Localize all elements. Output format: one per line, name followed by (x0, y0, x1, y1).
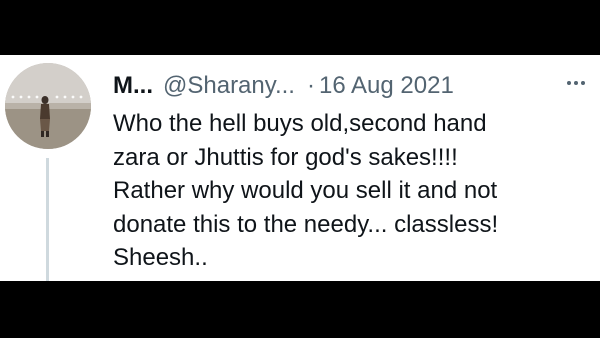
tweet-text-line: zara or Jhuttis for god's sakes!!!! (113, 143, 458, 171)
more-dot (567, 81, 571, 85)
more-dot (581, 81, 585, 85)
avatar[interactable] (5, 63, 91, 149)
screenshot-frame: M... @Sharany... · 16 Aug 2021 Who the h… (0, 0, 600, 338)
tweet-text-line: Rather why would you sell it and not (113, 177, 498, 204)
tweet-text-line: Who the hell buys old,second hand (113, 110, 487, 137)
thread-line (46, 158, 49, 281)
display-name[interactable]: M... (113, 72, 153, 100)
tweet-card[interactable]: M... @Sharany... · 16 Aug 2021 Who the h… (0, 55, 600, 281)
separator-dot: · (306, 72, 315, 99)
tweet-header: M... @Sharany... · 16 Aug 2021 (113, 69, 590, 103)
tweet-text-line: Sheesh.. (113, 244, 208, 271)
user-handle[interactable]: @Sharany... (163, 72, 295, 100)
more-dot (574, 81, 578, 85)
tweet-date[interactable]: 16 Aug 2021 (319, 72, 454, 100)
tweet-text-line: donate this to the needy... classless! (113, 210, 499, 238)
profile-photo-icon (5, 63, 91, 149)
more-options-icon[interactable] (558, 69, 594, 97)
tweet-text: Who the hell buys old,second hand zara o… (113, 107, 593, 275)
